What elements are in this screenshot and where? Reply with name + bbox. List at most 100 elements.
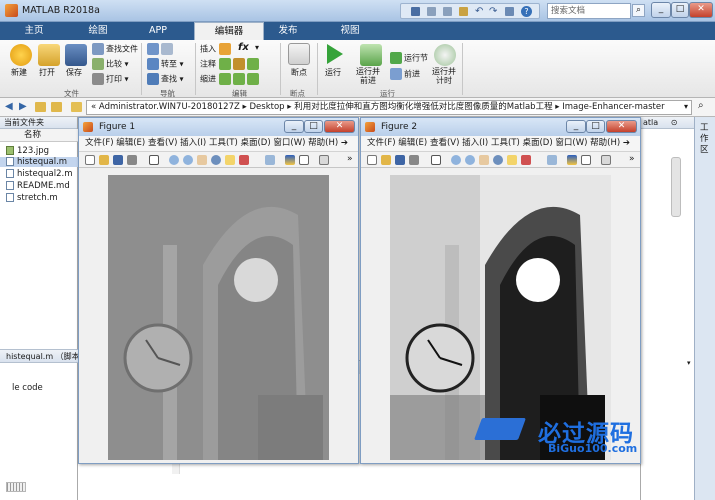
- run-icon[interactable]: [327, 44, 343, 64]
- print-figure-icon[interactable]: [409, 155, 419, 165]
- menu-tools[interactable]: 工具(T): [209, 138, 238, 148]
- tab-apps[interactable]: APP: [132, 22, 184, 40]
- save-button[interactable]: 保存: [66, 67, 82, 78]
- menu-window[interactable]: 窗口(W): [273, 138, 305, 148]
- path-segment-project[interactable]: 利用对比度拉伸和直方图均衡化增强低对比度图像质量的Matlab工程: [294, 102, 552, 112]
- close-button[interactable]: ✕: [689, 2, 713, 18]
- save-icon[interactable]: [65, 44, 87, 66]
- link-plot-icon[interactable]: [547, 155, 557, 165]
- link-plot-icon[interactable]: [265, 155, 275, 165]
- quick-paste-icon[interactable]: [459, 7, 468, 16]
- nav-back-forward[interactable]: [147, 43, 175, 55]
- tab-view[interactable]: 视图: [324, 22, 376, 40]
- zoom-out-icon[interactable]: [465, 155, 475, 165]
- new-figure-icon[interactable]: [85, 155, 95, 165]
- path-segment-user[interactable]: Administrator.WIN7U-20180127Z: [99, 102, 240, 112]
- file-item[interactable]: stretch.m: [6, 193, 58, 203]
- new-button[interactable]: 新建: [11, 67, 27, 78]
- menu-tools[interactable]: 工具(T): [491, 138, 520, 148]
- toolbar-overflow-icon[interactable]: »: [629, 154, 635, 164]
- path-segment-desktop[interactable]: Desktop: [250, 102, 285, 112]
- folder-up-icon[interactable]: [35, 102, 46, 112]
- tab-editor[interactable]: 编辑器: [194, 22, 264, 40]
- file-item-selected[interactable]: histequal.m: [0, 157, 78, 167]
- menu-insert[interactable]: 插入(I): [462, 138, 488, 148]
- figure-close-button[interactable]: ✕: [606, 120, 637, 133]
- data-cursor-icon[interactable]: [507, 155, 517, 165]
- path-search-icon[interactable]: ⌕: [698, 100, 704, 111]
- indent-button[interactable]: 缩进: [200, 73, 261, 85]
- property-editor-icon[interactable]: [601, 155, 611, 165]
- breakpoints-button[interactable]: 断点: [291, 67, 307, 78]
- workspace-collapsed-tab[interactable]: 工作区: [694, 117, 715, 500]
- minimize-button[interactable]: _: [651, 2, 671, 18]
- run-section-button[interactable]: 运行节: [390, 52, 428, 64]
- path-segment-folder[interactable]: Image-Enhancer-master: [562, 102, 664, 112]
- comment-button[interactable]: 注释: [200, 58, 261, 70]
- open-file-icon[interactable]: [99, 155, 109, 165]
- save-figure-icon[interactable]: [395, 155, 405, 165]
- help-icon[interactable]: ?: [521, 6, 532, 17]
- save-figure-icon[interactable]: [113, 155, 123, 165]
- vertical-scrollbar[interactable]: [671, 157, 681, 217]
- tab-home[interactable]: 主页: [8, 22, 60, 40]
- figure-minimize-button[interactable]: _: [284, 120, 304, 133]
- figure-maximize-button[interactable]: □: [304, 120, 323, 133]
- menu-overflow-icon[interactable]: ➔: [623, 138, 630, 148]
- menu-help[interactable]: 帮助(H): [590, 138, 620, 148]
- zoom-out-icon[interactable]: [183, 155, 193, 165]
- run-button[interactable]: 运行: [325, 67, 341, 78]
- legend-icon[interactable]: [581, 155, 591, 165]
- open-icon[interactable]: [38, 44, 60, 66]
- back-icon[interactable]: ◀: [5, 101, 13, 112]
- figure-maximize-button[interactable]: □: [586, 120, 605, 133]
- name-column-header[interactable]: 名称: [0, 129, 78, 142]
- search-icon[interactable]: ⌕: [632, 4, 645, 17]
- menu-overflow-icon[interactable]: ➔: [341, 138, 348, 148]
- fx-dropdown-icon[interactable]: ▾: [255, 43, 259, 52]
- figure-1-title-bar[interactable]: Figure 1 _ □ ✕: [79, 118, 358, 136]
- quick-cut-icon[interactable]: [427, 7, 436, 16]
- menu-view[interactable]: 查看(V): [430, 138, 459, 148]
- figure-1-window[interactable]: Figure 1 _ □ ✕ 文件(F) 编辑(E) 查看(V) 插入(I) 工…: [78, 117, 359, 464]
- zoom-in-icon[interactable]: [169, 155, 179, 165]
- new-figure-icon[interactable]: [367, 155, 377, 165]
- figure-1-image[interactable]: [108, 175, 329, 460]
- menu-edit[interactable]: 编辑(E): [116, 138, 145, 148]
- quick-save-icon[interactable]: [411, 7, 420, 16]
- file-item[interactable]: README.md: [6, 181, 70, 191]
- path-dropdown-icon[interactable]: ▾: [684, 102, 688, 111]
- panel-menu-icon[interactable]: ⊙: [671, 118, 678, 127]
- brush-icon[interactable]: [521, 155, 531, 165]
- rotate-icon[interactable]: [211, 155, 221, 165]
- maximize-button[interactable]: □: [671, 2, 689, 18]
- find-button[interactable]: 查找 ▾: [147, 73, 184, 85]
- quick-copy-icon[interactable]: [443, 7, 452, 16]
- brush-icon[interactable]: [239, 155, 249, 165]
- run-time-icon[interactable]: [434, 44, 456, 66]
- print-button[interactable]: 打印 ▾: [92, 73, 129, 85]
- quick-redo-icon[interactable]: ↷: [489, 6, 497, 17]
- menu-desktop[interactable]: 桌面(D): [522, 138, 552, 148]
- goto-button[interactable]: 转至 ▾: [147, 58, 184, 70]
- compare-button[interactable]: 比较 ▾: [92, 58, 129, 70]
- quick-switch-icon[interactable]: [505, 7, 514, 16]
- pan-icon[interactable]: [479, 155, 489, 165]
- menu-help[interactable]: 帮助(H): [308, 138, 338, 148]
- breakpoints-icon[interactable]: [288, 43, 310, 65]
- menu-desktop[interactable]: 桌面(D): [240, 138, 270, 148]
- property-editor-icon[interactable]: [319, 155, 329, 165]
- browse-folder-icon[interactable]: [51, 102, 62, 112]
- figure-minimize-button[interactable]: _: [566, 120, 586, 133]
- tab-plots[interactable]: 绘图: [72, 22, 124, 40]
- open-button[interactable]: 打开: [39, 67, 55, 78]
- figure-close-button[interactable]: ✕: [324, 120, 355, 133]
- toolbar-overflow-icon[interactable]: »: [347, 154, 353, 164]
- file-item[interactable]: histequal2.m: [6, 169, 72, 179]
- pointer-icon[interactable]: [149, 155, 159, 165]
- rotate-icon[interactable]: [493, 155, 503, 165]
- scroll-down-icon[interactable]: ▾: [687, 359, 691, 367]
- menu-window[interactable]: 窗口(W): [555, 138, 587, 148]
- file-item[interactable]: 123.jpg: [6, 146, 49, 156]
- insert-button[interactable]: 插入: [200, 43, 233, 55]
